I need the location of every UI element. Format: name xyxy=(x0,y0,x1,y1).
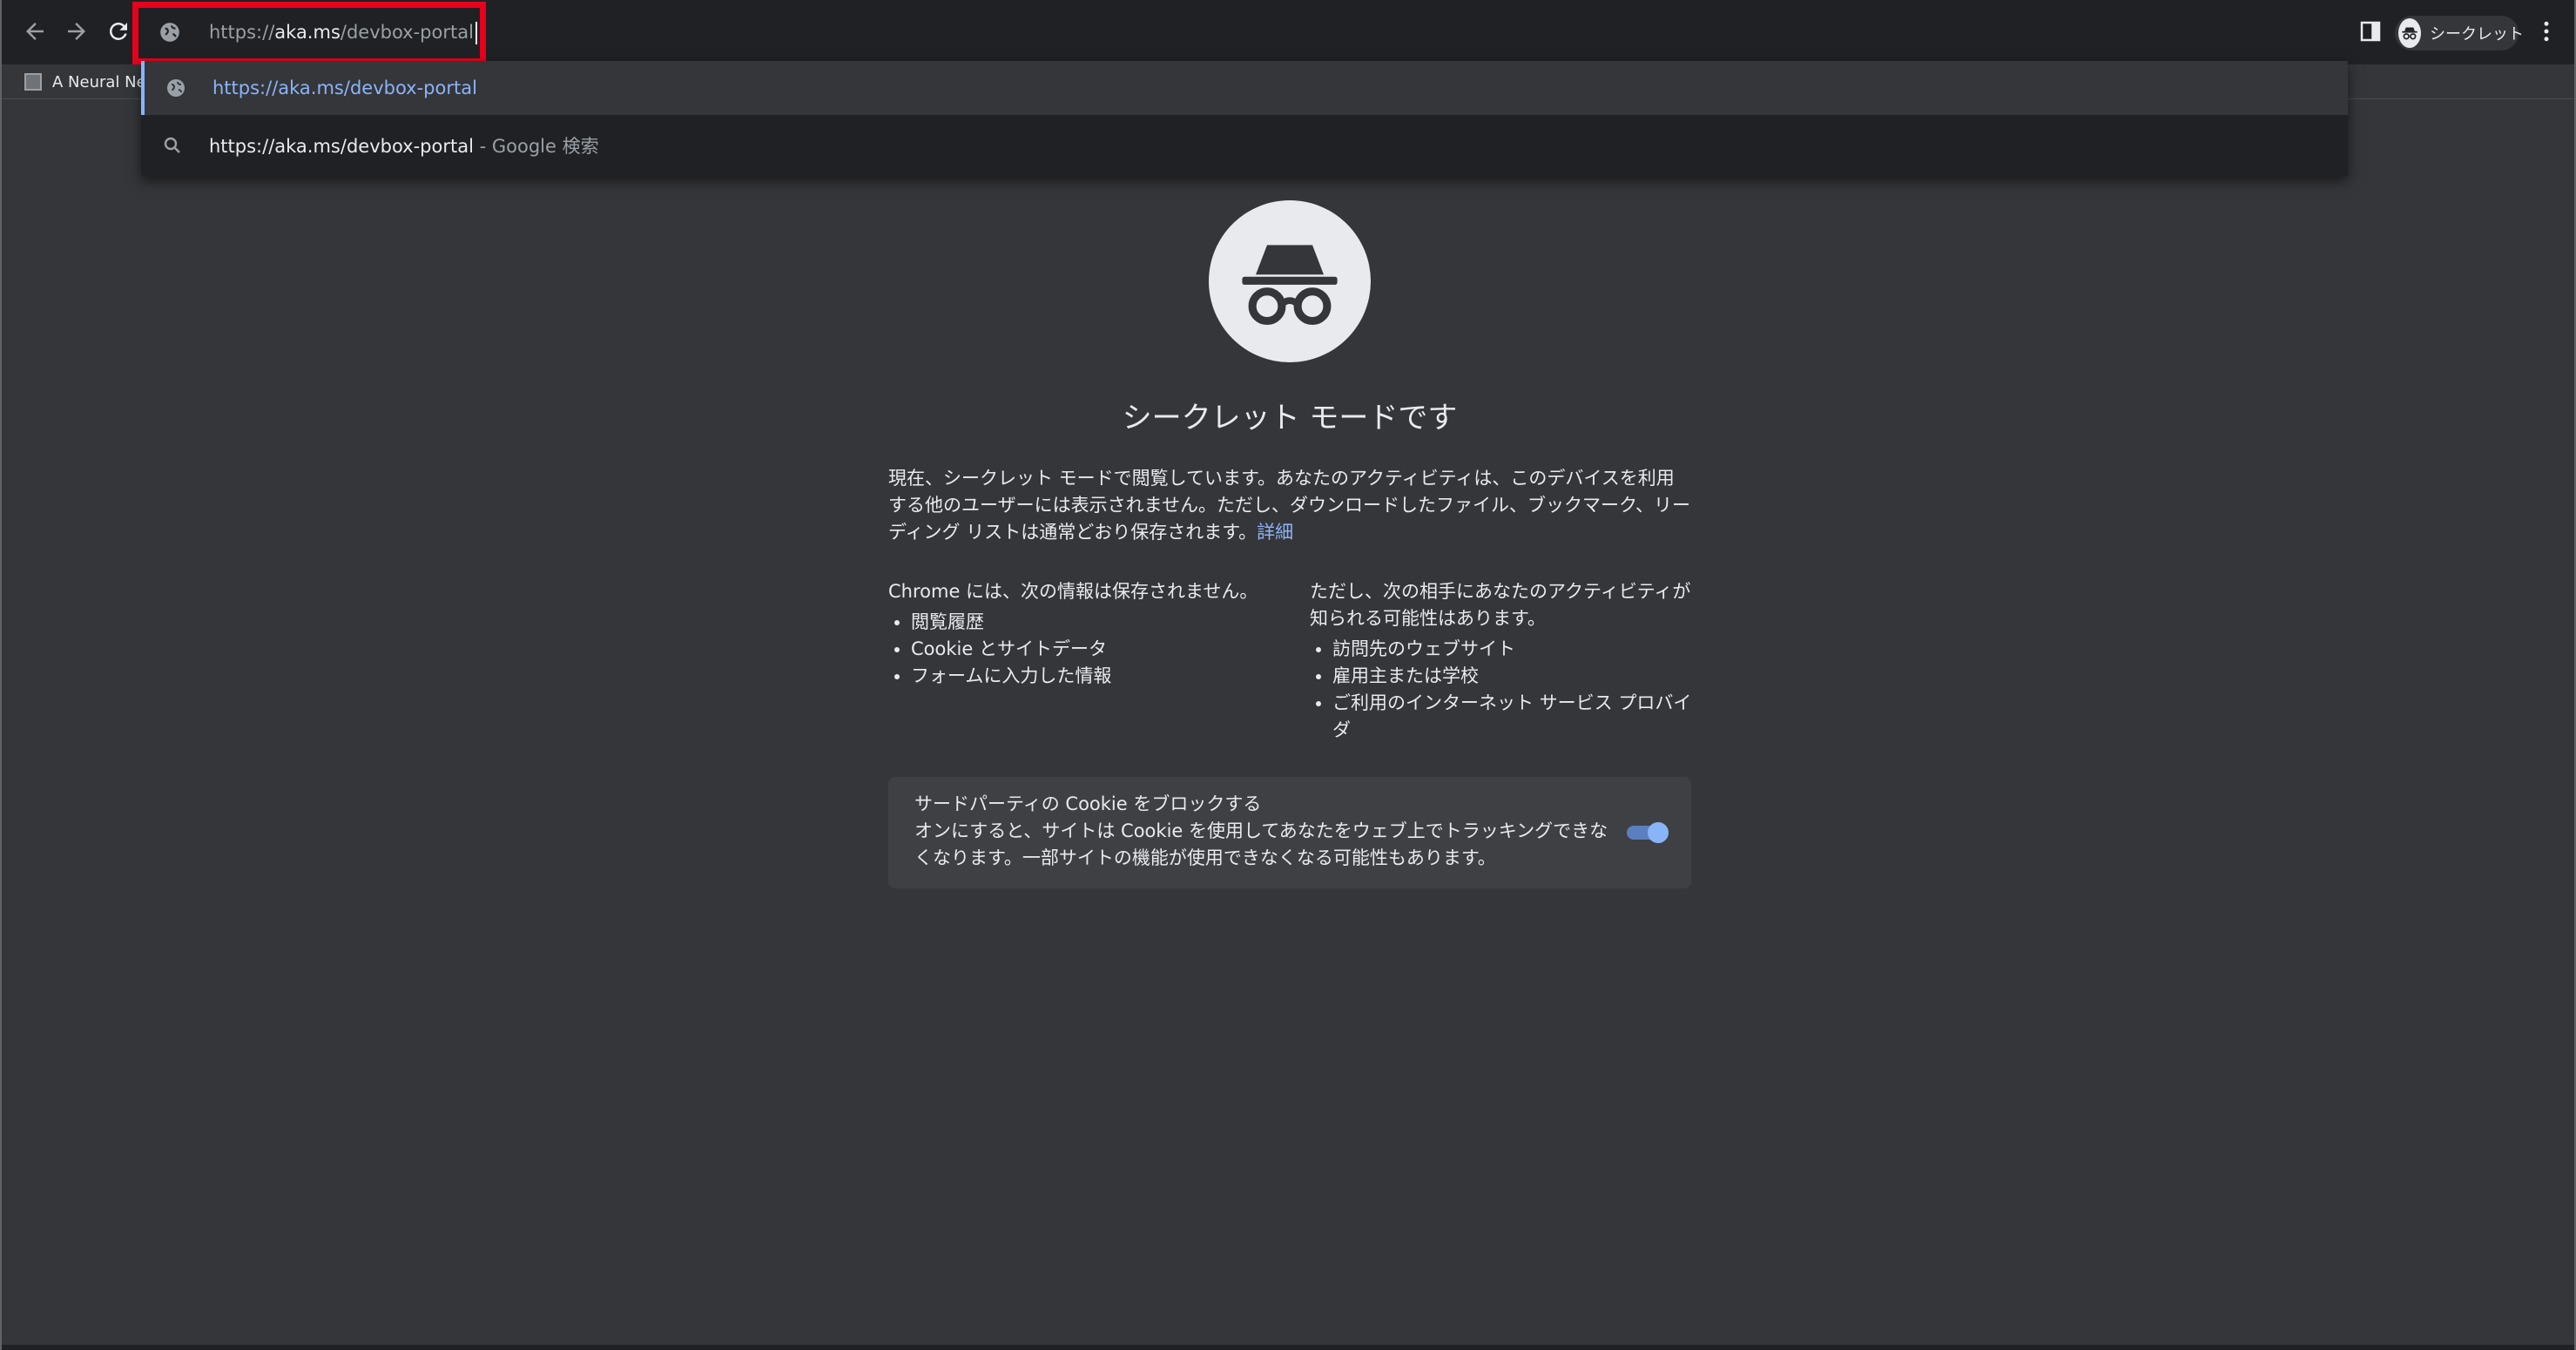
arrow-left-icon xyxy=(26,23,44,40)
arrow-right-icon xyxy=(68,23,85,40)
list-item: フォームに入力した情報 xyxy=(911,663,1289,690)
globe-icon xyxy=(167,79,185,97)
toggle-knob xyxy=(1648,822,1669,843)
bookmark-favicon-icon xyxy=(24,73,42,91)
not-saved-section: Chrome には、次の情報は保存されません。 閲覧履歴 Cookie とサイト… xyxy=(888,578,1289,690)
url-prefix: https:// xyxy=(209,22,275,43)
cookie-card-description: オンにすると、サイトは Cookie を使用してあなたをウェブ上でトラッキングで… xyxy=(914,820,1608,868)
window-bottom-edge xyxy=(2,1345,2574,1350)
learn-more-link[interactable]: 詳細 xyxy=(1257,522,1293,543)
suggestion-text: https://aka.ms/devbox-portal - Google 検索 xyxy=(209,132,599,159)
kebab-menu-icon xyxy=(2544,21,2549,42)
page-title: シークレット モードです xyxy=(1122,401,1458,435)
not-saved-list: 閲覧履歴 Cookie とサイトデータ フォームに入力した情報 xyxy=(888,609,1289,690)
incognito-description: 現在、シークレット モードで閲覧しています。あなたのアクティビティは、このデバイ… xyxy=(888,465,1691,546)
bookmark-label: A Neural Ne xyxy=(52,72,146,91)
reload-icon xyxy=(109,22,127,40)
list-item: 閲覧履歴 xyxy=(911,609,1289,636)
visible-heading: ただし、次の相手にあなたのアクティビティが知られる可能性はあります。 xyxy=(1310,581,1691,629)
suggestion-url[interactable]: https://aka.ms/devbox-portal xyxy=(141,61,2348,115)
search-icon xyxy=(164,137,180,153)
suggestion-query: https://aka.ms/devbox-portal xyxy=(209,136,474,157)
address-bar[interactable]: https://aka.ms/devbox-portal xyxy=(138,9,2348,56)
incognito-profile-chip[interactable]: シークレット xyxy=(2395,16,2524,51)
profile-label: シークレット xyxy=(2430,25,2524,44)
suggestion-separator: - xyxy=(473,136,492,157)
list-item: Cookie とサイトデータ xyxy=(911,636,1289,663)
suggestion-text: https://aka.ms/devbox-portal xyxy=(212,78,477,98)
block-cookies-toggle[interactable] xyxy=(1625,822,1669,843)
list-item: ご利用のインターネット サービス プロバイダ xyxy=(1332,690,1693,744)
toolbar: https://aka.ms/devbox-portal シークレット xyxy=(2,0,2574,64)
incognito-hero-icon xyxy=(1209,200,1371,362)
visible-to-section: ただし、次の相手にあなたのアクティビティが知られる可能性はあります。 訪問先のウ… xyxy=(1310,578,1693,744)
text-caret xyxy=(475,22,477,44)
list-item: 訪問先のウェブサイト xyxy=(1332,636,1693,663)
bookmark-item[interactable]: A Neural Ne xyxy=(24,70,146,94)
side-panel-button[interactable] xyxy=(2353,14,2388,49)
url-host: aka.ms xyxy=(274,22,341,43)
visible-list: 訪問先のウェブサイト 雇用主または学校 ご利用のインターネット サービス プロバ… xyxy=(1310,636,1693,744)
url-text[interactable]: https://aka.ms/devbox-portal xyxy=(209,19,477,45)
incognito-icon xyxy=(2398,18,2421,48)
globe-icon xyxy=(160,23,179,42)
suggestion-description: Google 検索 xyxy=(491,136,599,157)
third-party-cookie-card: サードパーティの Cookie をブロックする オンにすると、サイトは Cook… xyxy=(888,777,1691,888)
reload-button[interactable] xyxy=(101,14,136,49)
omnibox-suggestions: https://aka.ms/devbox-portal https://aka… xyxy=(141,61,2348,176)
side-panel-icon xyxy=(2360,21,2381,42)
list-item: 雇用主または学校 xyxy=(1332,663,1693,690)
cookie-card-title: サードパーティの Cookie をブロックする xyxy=(914,793,1262,814)
url-path: /devbox-portal xyxy=(340,22,474,43)
browser-window: https://aka.ms/devbox-portal シークレット A Ne… xyxy=(0,0,2576,1350)
menu-button[interactable] xyxy=(2529,14,2564,49)
forward-button[interactable] xyxy=(59,14,94,49)
not-saved-heading: Chrome には、次の情報は保存されません。 xyxy=(888,581,1258,602)
suggestion-search[interactable]: https://aka.ms/devbox-portal - Google 検索 xyxy=(141,118,2348,172)
back-button[interactable] xyxy=(17,14,52,49)
